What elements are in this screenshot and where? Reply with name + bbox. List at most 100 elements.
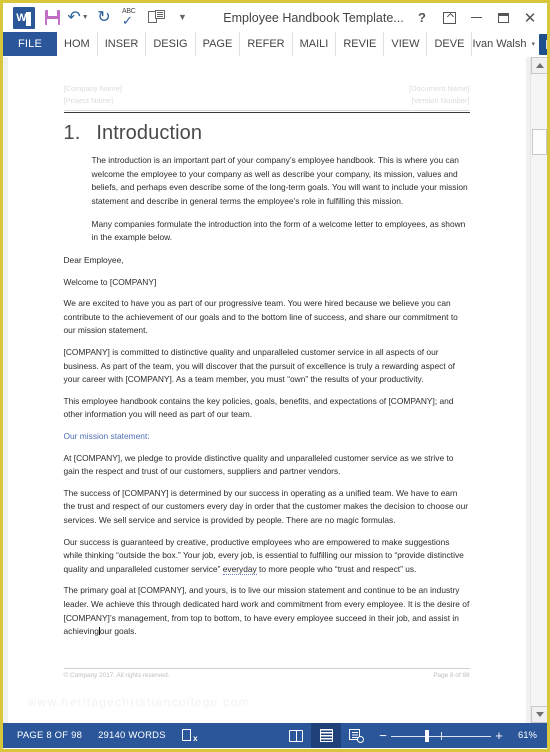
document-footer[interactable]: © Company 2017. All rights reserved. Pag… [63,668,470,679]
tab-mailings[interactable]: MAILI [293,32,337,56]
paragraph-success-guaranteed[interactable]: Our success is guaranteed by creative, p… [64,536,470,577]
header-document-name: [Document Name] [409,84,470,93]
help-button[interactable]: ? [409,6,435,30]
save-icon [44,10,60,25]
document-page[interactable]: [Company Name] [Project Name] [Document … [7,57,526,723]
header-divider-dark [63,112,470,114]
vertical-scrollbar[interactable] [530,57,547,723]
heading-text: Introduction [96,122,203,145]
paragraph-salutation[interactable]: Dear Employee, [64,254,470,268]
page-content: [Company Name] [Project Name] [Document … [8,83,526,723]
chevron-down-icon: ▼ [178,12,187,22]
scrollbar-thumb[interactable] [532,129,547,155]
tab-view[interactable]: VIEW [384,32,428,56]
document-header[interactable]: [Company Name] [Project Name] [Document … [64,83,470,106]
print-layout-view-button[interactable] [311,723,341,748]
ribbon-display-options-button[interactable] [436,6,462,30]
mission-statement-heading[interactable]: Our mission statement: [64,430,470,444]
spelling-grammar-button[interactable]: ABC ✓ [118,6,142,30]
word-app-icon[interactable] [13,6,35,29]
status-word-count[interactable]: 29140 WORDS [90,723,174,748]
zoom-level-label[interactable]: 61% [507,730,537,741]
tab-page-layout[interactable]: PAGE [196,32,241,56]
zoom-slider-thumb[interactable] [425,729,429,742]
tab-design[interactable]: DESIG [146,32,196,56]
tab-file[interactable]: FILE [3,32,58,56]
zoom-slider-midpoint [441,731,443,740]
web-layout-icon [349,729,364,743]
close-button[interactable]: ✕ [517,6,543,30]
status-page-info[interactable]: PAGE 8 OF 98 [9,723,90,748]
scroll-up-icon [535,63,544,68]
footer-copyright: © Company 2017. All rights reserved. [63,672,170,679]
heading-number: 1. [63,122,81,145]
zoom-in-button[interactable]: + [491,729,507,742]
zoom-out-button[interactable]: − [375,729,391,742]
word-application-window: ↶ ▼ ↻ ABC✓ ▼ Employee Handbook Template.… [0,0,550,752]
read-mode-view-button[interactable] [281,723,311,748]
header-version-number: [Version Number] [411,95,470,105]
document-workspace: [Company Name] [Project Name] [Document … [3,57,547,723]
paragraph-committed[interactable]: [COMPANY] is committed to distinctive qu… [64,346,470,387]
paragraph-intro[interactable]: The introduction is an important part of… [64,154,470,208]
avatar[interactable]: K [538,33,547,55]
window-controls: ? ✕ [409,3,543,32]
print-layout-icon [319,729,333,742]
scroll-down-icon [535,712,544,717]
paragraph-text-part2: our goals. [99,626,137,637]
tab-home[interactable]: HOM [57,32,98,56]
status-bar: PAGE 8 OF 98 29140 WORDS x − + 61% [3,723,547,748]
ribbon-tab-bar: FILE HOM INSER DESIG PAGE REFER MAILI RE… [3,32,547,57]
spell-check-icon: ABC ✓ [122,8,136,28]
question-mark-icon: ? [418,10,426,25]
undo-icon: ↶ [67,8,81,26]
tab-review[interactable]: REVIE [336,32,385,56]
header-divider-light [63,110,470,112]
spelling-error-word[interactable]: everyday [222,563,257,575]
status-proofing-button[interactable]: x [174,723,205,748]
minimize-button[interactable] [463,6,489,30]
scroll-up-button[interactable] [531,57,547,74]
touch-mode-icon [147,10,165,25]
paragraph-text-part2: to more people who “trust and respect” u… [256,563,417,574]
user-name-label[interactable]: Ivan Walsh [472,38,526,50]
paragraph-welcome-letter[interactable]: Many companies formulate the introductio… [64,218,470,245]
title-bar: ↶ ▼ ↻ ABC✓ ▼ Employee Handbook Template.… [3,3,547,32]
ribbon-options-icon [442,11,456,24]
scroll-down-button[interactable] [531,706,547,723]
paragraph-welcome[interactable]: Welcome to [COMPANY] [64,276,470,290]
quick-access-toolbar: ↶ ▼ ↻ ABC ✓ ▼ [40,6,194,30]
paragraph-pledge[interactable]: At [COMPANY], we pledge to provide disti… [64,452,470,479]
paragraph-success-unified[interactable]: The success of [COMPANY] is determined b… [64,487,470,528]
maximize-button[interactable] [490,6,516,30]
minimize-icon [470,16,482,19]
undo-button[interactable]: ↶ ▼ [66,6,90,30]
customize-quick-access-toolbar-button[interactable]: ▼ [170,6,194,30]
footer-divider [63,668,470,669]
chevron-down-icon[interactable]: ▼ [82,14,89,21]
tab-developer[interactable]: DEVE [427,32,473,56]
tab-references[interactable]: REFER [240,32,293,56]
web-layout-view-button[interactable] [341,723,371,748]
tab-insert[interactable]: INSER [98,32,147,56]
header-company-name: [Company Name] [63,84,122,93]
zoom-slider[interactable] [391,729,491,743]
page-scroll-area: [Company Name] [Project Name] [Document … [3,57,530,723]
touch-mouse-mode-button[interactable] [144,6,168,30]
chevron-down-icon[interactable]: ▾ [531,41,535,48]
user-account-area: Ivan Walsh ▾ K [472,32,547,56]
maximize-icon [497,12,509,23]
paragraph-primary-goal[interactable]: The primary goal at [COMPANY], and yours… [64,584,470,638]
redo-button[interactable]: ↻ [92,6,116,30]
read-mode-icon [289,729,303,742]
redo-icon: ↻ [97,8,111,26]
proofing-errors-icon: x [181,729,198,743]
header-project-name: [Project Name] [63,95,114,105]
paragraph-excited[interactable]: We are excited to have you as part of ou… [64,297,470,338]
save-button[interactable] [40,6,64,30]
close-icon: ✕ [523,9,537,27]
page-title: 1. Introduction [64,122,470,145]
paragraph-handbook-contains[interactable]: This employee handbook contains the key … [64,395,470,422]
footer-page-number: Page 8 of 98 [433,672,470,679]
zoom-controls: − + 61% [371,729,541,743]
